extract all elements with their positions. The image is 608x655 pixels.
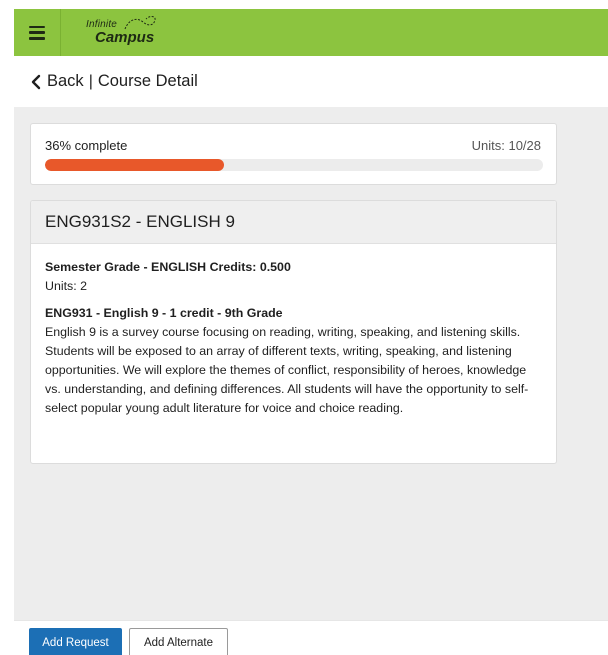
add-alternate-button[interactable]: Add Alternate xyxy=(129,628,228,655)
course-card: ENG931S2 - ENGLISH 9 Semester Grade - EN… xyxy=(30,200,557,464)
course-title: ENG931S2 - ENGLISH 9 xyxy=(31,201,556,244)
top-bar: Infinite Campus xyxy=(14,9,608,56)
menu-button[interactable] xyxy=(14,9,60,56)
progress-card: 36% complete Units: 10/28 xyxy=(30,123,557,185)
header-separator: | xyxy=(88,72,93,90)
back-link[interactable]: Back xyxy=(30,72,84,91)
progress-label: 36% complete xyxy=(45,138,128,153)
units-progress-label: Units: 10/28 xyxy=(471,138,541,153)
main-content: 36% complete Units: 10/28 ENG931S2 - ENG… xyxy=(14,107,608,620)
progress-bar-fill xyxy=(45,159,225,171)
infinite-campus-logo: Infinite Campus xyxy=(86,13,196,53)
page-header: Back | Course Detail xyxy=(14,56,608,107)
logo-text-campus: Campus xyxy=(95,28,155,46)
course-body: Semester Grade - ENGLISH Credits: 0.500 … xyxy=(31,244,556,418)
add-request-button[interactable]: Add Request xyxy=(29,628,122,655)
back-label: Back xyxy=(47,72,84,90)
topbar-divider xyxy=(60,9,61,56)
course-description-heading: ENG931 - English 9 - 1 credit - 9th Grad… xyxy=(45,306,283,320)
hamburger-menu-icon xyxy=(29,25,45,40)
semester-grade-line: Semester Grade - ENGLISH Credits: 0.500 xyxy=(45,260,291,274)
course-units: Units: 2 xyxy=(45,279,88,293)
action-footer: Add Request Add Alternate xyxy=(14,620,608,655)
course-description: English 9 is a survey course focusing on… xyxy=(45,325,529,415)
page-title: Course Detail xyxy=(97,72,198,90)
app-root: Infinite Campus Back | Course Detail 36%… xyxy=(0,0,608,655)
chevron-left-icon xyxy=(31,74,41,89)
progress-bar xyxy=(45,159,543,171)
